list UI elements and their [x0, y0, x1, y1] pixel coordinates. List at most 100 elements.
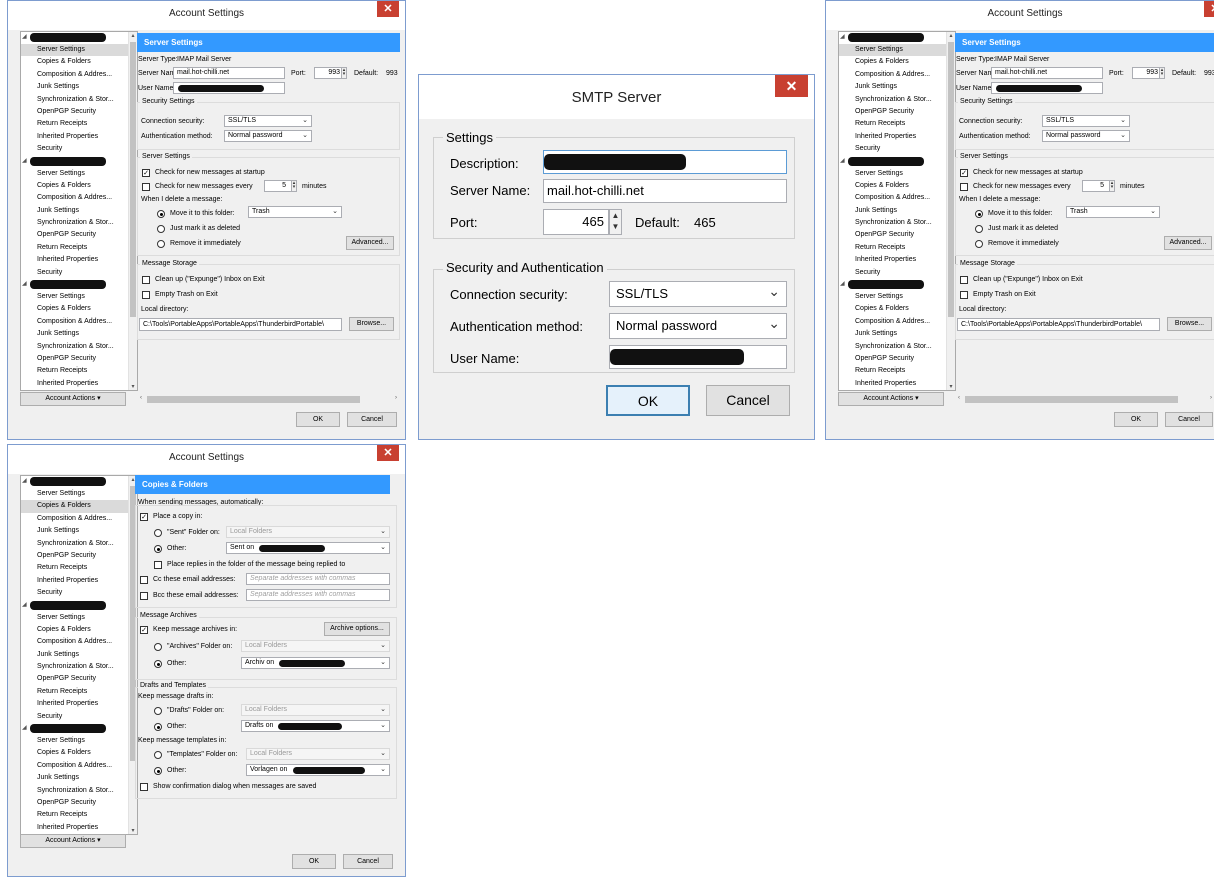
tree-item[interactable]: Security: [21, 143, 137, 155]
account-tree[interactable]: ◢ Server Settings Copies & Folders Composit…: [20, 31, 138, 391]
minutes-field[interactable]: 5: [1082, 180, 1112, 192]
archive-options-button[interactable]: Archive options...: [324, 622, 390, 636]
close-button[interactable]: ✕: [377, 445, 399, 461]
scroll-up-icon[interactable]: ▴: [129, 32, 137, 39]
tree-item[interactable]: Server Settings: [21, 612, 137, 624]
sent-folder-radio[interactable]: [154, 529, 162, 537]
expand-triangle-icon[interactable]: ◢: [22, 601, 27, 608]
account-node[interactable]: ◢: [21, 476, 137, 488]
connection-security-select[interactable]: SSL/TLS ⌄: [609, 281, 787, 307]
tree-item[interactable]: OpenPGP Security: [839, 353, 955, 365]
tree-item[interactable]: Return Receipts: [21, 562, 137, 574]
horizontal-scrollbar[interactable]: ‹ ›: [955, 395, 1214, 404]
tree-item[interactable]: Junk Settings: [21, 649, 137, 661]
expand-triangle-icon[interactable]: ◢: [22, 724, 27, 731]
tree-item[interactable]: Junk Settings: [21, 81, 137, 93]
show-confirmation-checkbox[interactable]: [140, 783, 148, 791]
close-button[interactable]: ✕: [775, 75, 808, 97]
tree-scrollbar[interactable]: ▴ ▾: [128, 32, 137, 390]
tree-item[interactable]: Inherited Properties: [839, 254, 955, 266]
tree-item[interactable]: OpenPGP Security: [21, 106, 137, 118]
tree-item[interactable]: Composition & Addres...: [21, 513, 137, 525]
tree-item[interactable]: Return Receipts: [21, 686, 137, 698]
tree-item[interactable]: Security: [21, 390, 137, 391]
tree-item[interactable]: Return Receipts: [839, 118, 955, 130]
bcc-addresses-field[interactable]: Separate addresses with commas: [246, 589, 390, 601]
tree-item[interactable]: Inherited Properties: [21, 822, 137, 834]
tree-item[interactable]: OpenPGP Security: [21, 797, 137, 809]
ok-button[interactable]: OK: [606, 385, 690, 416]
tree-item[interactable]: Junk Settings: [839, 328, 955, 340]
tree-item[interactable]: Junk Settings: [21, 525, 137, 537]
scrollbar-thumb[interactable]: [147, 396, 360, 403]
archives-other-select[interactable]: Archiv on ⌄: [241, 657, 390, 669]
archives-folder-radio[interactable]: [154, 643, 162, 651]
cancel-button[interactable]: Cancel: [1165, 412, 1213, 427]
tree-item[interactable]: Synchronization & Stor...: [839, 217, 955, 229]
sent-other-select[interactable]: Sent on ⌄: [226, 542, 390, 554]
tree-item[interactable]: Synchronization & Stor...: [839, 94, 955, 106]
expand-triangle-icon[interactable]: ◢: [22, 157, 27, 164]
account-node[interactable]: ◢: [839, 32, 955, 44]
account-node[interactable]: ◢: [21, 600, 137, 612]
tree-item[interactable]: Copies & Folders: [21, 500, 137, 513]
sent-local-folders-select[interactable]: Local Folders ⌄: [226, 526, 390, 538]
tree-item[interactable]: Synchronization & Stor...: [839, 341, 955, 353]
port-spinner[interactable]: ▲ ▼: [609, 209, 622, 235]
account-node[interactable]: ◢: [839, 279, 955, 291]
scroll-up-icon[interactable]: ▴: [947, 32, 955, 39]
cancel-button[interactable]: Cancel: [706, 385, 790, 416]
tree-item[interactable]: Copies & Folders: [21, 180, 137, 192]
scroll-right-icon[interactable]: ›: [392, 395, 400, 401]
remove-immediately-radio[interactable]: [157, 240, 165, 248]
advanced-button[interactable]: Advanced...: [1164, 236, 1212, 250]
tree-item[interactable]: OpenPGP Security: [21, 229, 137, 241]
tree-item[interactable]: Security: [21, 587, 137, 599]
server-name-field[interactable]: mail.hot-chilli.net: [543, 179, 787, 203]
sent-other-radio[interactable]: [154, 545, 162, 553]
bcc-checkbox[interactable]: [140, 592, 148, 600]
tree-item[interactable]: Inherited Properties: [839, 131, 955, 143]
scrollbar-thumb[interactable]: [948, 42, 954, 317]
clean-up-checkbox[interactable]: [960, 276, 968, 284]
expand-triangle-icon[interactable]: ◢: [22, 477, 27, 484]
tree-item[interactable]: OpenPGP Security: [839, 229, 955, 241]
place-copy-checkbox[interactable]: ✓: [140, 513, 148, 521]
tree-item[interactable]: Inherited Properties: [21, 131, 137, 143]
tree-item[interactable]: OpenPGP Security: [21, 673, 137, 685]
account-actions-button[interactable]: Account Actions ▾: [20, 834, 126, 848]
archives-other-radio[interactable]: [154, 660, 162, 668]
expand-triangle-icon[interactable]: ◢: [22, 33, 27, 40]
drafts-other-radio[interactable]: [154, 723, 162, 731]
scroll-down-icon[interactable]: ▾: [947, 383, 955, 390]
tree-item[interactable]: Server Settings: [21, 291, 137, 303]
tree-item[interactable]: Inherited Properties: [21, 575, 137, 587]
move-folder-radio[interactable]: [975, 210, 983, 218]
scroll-left-icon[interactable]: ‹: [955, 395, 963, 401]
tree-item[interactable]: Synchronization & Stor...: [21, 94, 137, 106]
tree-item[interactable]: Inherited Properties: [21, 698, 137, 710]
tree-item[interactable]: Composition & Addres...: [21, 69, 137, 81]
tree-item[interactable]: Server Settings: [839, 291, 955, 303]
scroll-left-icon[interactable]: ‹: [137, 395, 145, 401]
scroll-down-icon[interactable]: ▾: [129, 827, 137, 834]
tree-item[interactable]: Server Settings: [839, 168, 955, 180]
tree-item[interactable]: Server Settings: [21, 168, 137, 180]
tree-item[interactable]: Junk Settings: [21, 205, 137, 217]
tree-item[interactable]: Return Receipts: [21, 809, 137, 821]
templates-local-folders-select[interactable]: Local Folders ⌄: [246, 748, 390, 760]
server-name-field[interactable]: mail.hot-chilli.net: [173, 67, 285, 79]
just-mark-radio[interactable]: [975, 225, 983, 233]
archives-local-folders-select[interactable]: Local Folders ⌄: [241, 640, 390, 652]
move-folder-radio[interactable]: [157, 210, 165, 218]
expand-triangle-icon[interactable]: ◢: [840, 157, 845, 164]
auth-method-select[interactable]: Normal password ⌄: [224, 130, 312, 142]
tree-item[interactable]: Synchronization & Stor...: [21, 217, 137, 229]
tree-item[interactable]: Synchronization & Stor...: [21, 785, 137, 797]
auth-method-select[interactable]: Normal password ⌄: [1042, 130, 1130, 142]
drafts-folder-radio[interactable]: [154, 707, 162, 715]
tree-item[interactable]: Inherited Properties: [839, 378, 955, 390]
tree-item[interactable]: Copies & Folders: [839, 56, 955, 68]
local-directory-field[interactable]: C:\Tools\PortableApps\PortableApps\Thund…: [139, 318, 342, 331]
check-every-checkbox[interactable]: [960, 183, 968, 191]
